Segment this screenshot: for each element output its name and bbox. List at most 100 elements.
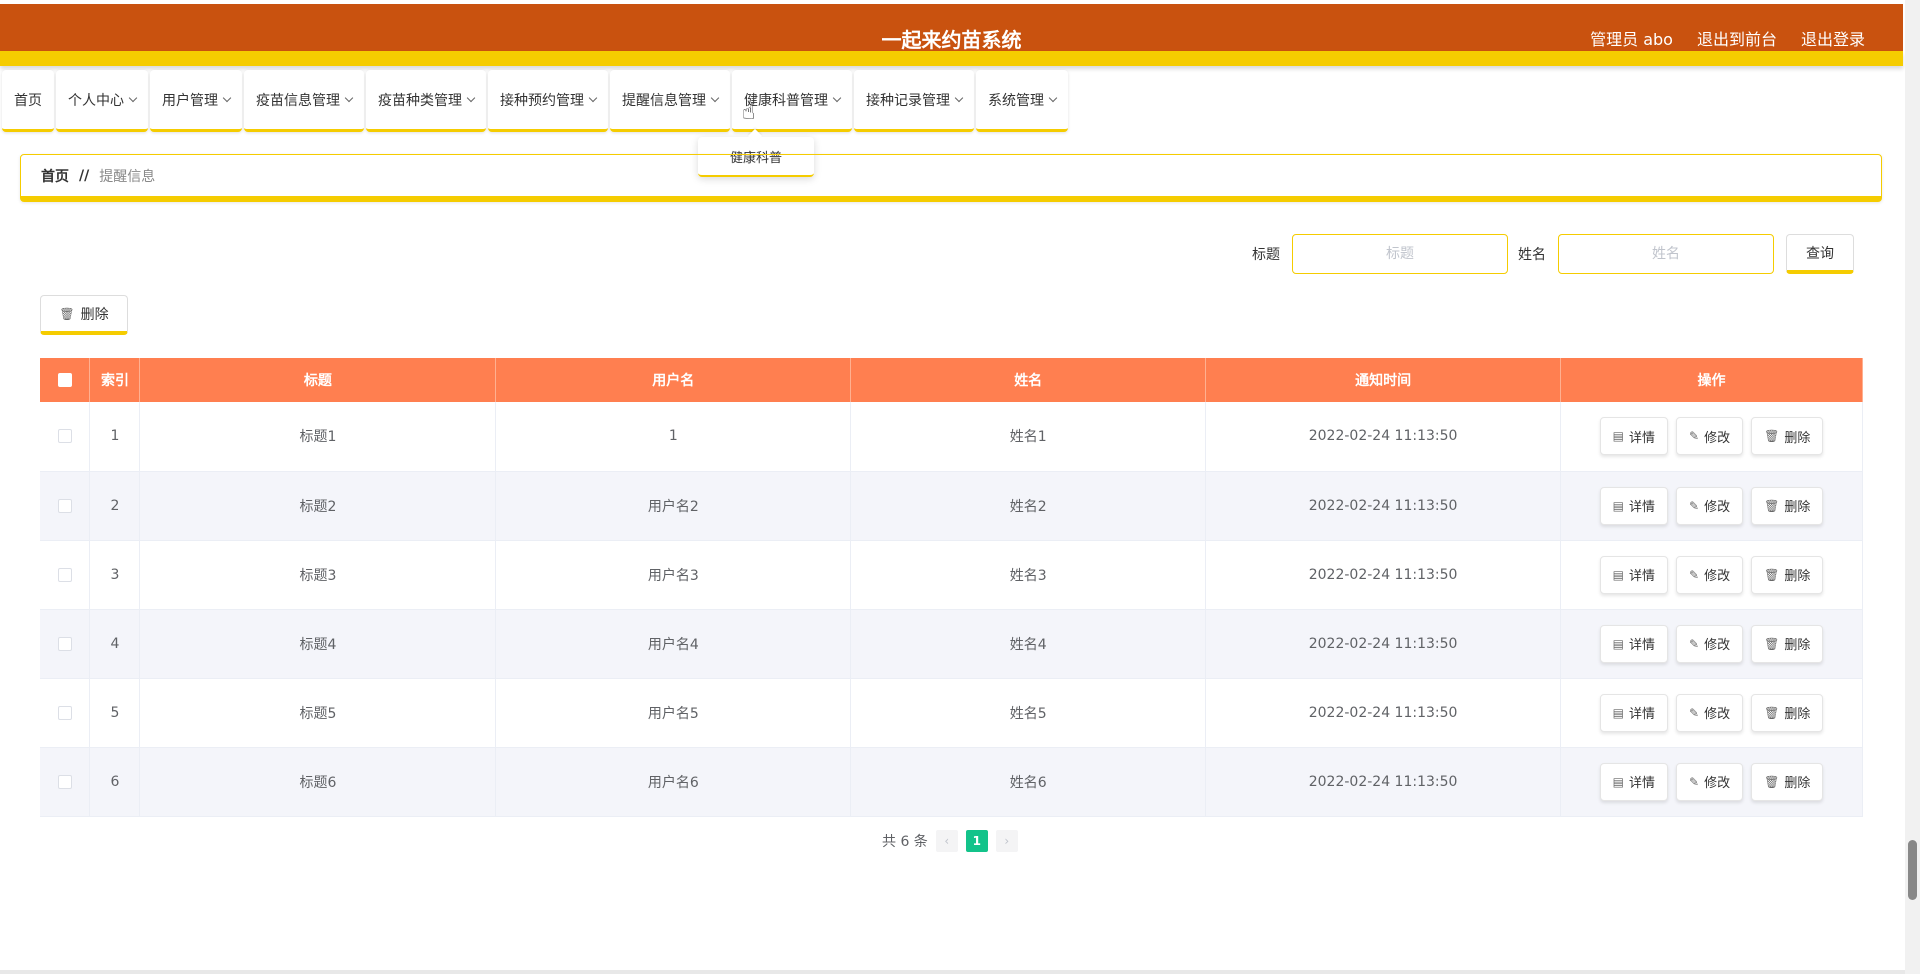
column-header-actions: 操作 bbox=[1560, 358, 1863, 402]
row-select-cell bbox=[40, 678, 91, 748]
edit-button[interactable]: ✎ 修改 bbox=[1676, 417, 1744, 456]
cell-actions: ▤ 详情 ✎ 修改 🗑 删除 bbox=[1560, 471, 1863, 541]
chevron-down-icon bbox=[832, 93, 842, 102]
row-checkbox[interactable] bbox=[57, 429, 72, 444]
cell-time: 2022-02-24 11:13:50 bbox=[1205, 540, 1562, 610]
breadcrumb-home[interactable]: 首页 bbox=[41, 166, 69, 186]
chevron-down-icon bbox=[588, 93, 598, 102]
cell-username: 用户名6 bbox=[495, 747, 852, 817]
cell-name: 姓名4 bbox=[850, 609, 1207, 679]
edit-button[interactable]: ✎ 修改 bbox=[1676, 624, 1744, 663]
delete-button[interactable]: 🗑 删除 bbox=[1751, 693, 1824, 732]
trash-icon: 🗑 bbox=[1764, 774, 1780, 789]
nav-item-vaccine-type[interactable]: 疫苗种类管理 bbox=[366, 70, 486, 132]
detail-button[interactable]: ▤ 详情 bbox=[1599, 486, 1669, 525]
total-count: 共 6 条 bbox=[882, 834, 928, 850]
top-header: 一起来约苗系统 管理员 abo 退出到前台 退出登录 bbox=[0, 4, 1903, 66]
trash-icon: 🗑 bbox=[1764, 636, 1780, 651]
table-body: 1 标题1 1 姓名1 2022-02-24 11:13:50 ▤ 详情 ✎ 修改 🗑 删除 2 标题2… bbox=[40, 402, 1863, 817]
cell-username: 1 bbox=[495, 402, 852, 472]
table-row: 3 标题3 用户名3 姓名3 2022-02-24 11:13:50 ▤ 详情 ✎ 修改 🗑 删除 bbox=[40, 540, 1863, 610]
edit-button[interactable]: ✎ 修改 bbox=[1676, 555, 1744, 594]
nav-item-personal-center[interactable]: 个人中心 bbox=[56, 70, 148, 132]
edit-button[interactable]: ✎ 修改 bbox=[1676, 762, 1744, 801]
prev-page-icon[interactable]: ‹ bbox=[935, 830, 958, 852]
nav-item-appointment[interactable]: 接种预约管理 bbox=[488, 70, 608, 132]
nav-item-system[interactable]: 系统管理 bbox=[976, 70, 1068, 132]
delete-button[interactable]: 🗑 删除 bbox=[1751, 762, 1824, 801]
breadcrumb: 首页 // 提醒信息 bbox=[20, 154, 1882, 202]
admin-user[interactable]: 管理员 abo bbox=[1590, 26, 1673, 50]
nav-item-vaccine-info[interactable]: 疫苗信息管理 bbox=[244, 70, 364, 132]
select-all-checkbox[interactable] bbox=[57, 373, 72, 387]
delete-button[interactable]: 🗑 删除 bbox=[1751, 417, 1824, 456]
nav-item-vaccination-record[interactable]: 接种记录管理 bbox=[854, 70, 974, 132]
delete-button[interactable]: 🗑 删除 bbox=[1751, 624, 1824, 663]
page-number-current[interactable]: 1 bbox=[965, 830, 988, 852]
pagination: 共 6 条 ‹ 1 › bbox=[882, 830, 1018, 852]
detail-button[interactable]: ▤ 详情 bbox=[1599, 762, 1669, 801]
cell-index: 2 bbox=[89, 471, 141, 541]
title-label: 标题 bbox=[1252, 247, 1280, 263]
pencil-icon: ✎ bbox=[1689, 636, 1700, 651]
cell-actions: ▤ 详情 ✎ 修改 🗑 删除 bbox=[1560, 678, 1863, 748]
app-frame: 一起来约苗系统 管理员 abo 退出到前台 退出登录 首页 个人中心 用户管理 … bbox=[0, 0, 1920, 974]
column-header-time: 通知时间 bbox=[1205, 358, 1562, 402]
edit-button[interactable]: ✎ 修改 bbox=[1676, 486, 1744, 525]
cell-name: 姓名1 bbox=[850, 402, 1207, 472]
cell-time: 2022-02-24 11:13:50 bbox=[1205, 747, 1562, 817]
cell-index: 3 bbox=[89, 540, 141, 610]
chevron-down-icon bbox=[466, 93, 476, 102]
exit-to-front-link[interactable]: 退出到前台 bbox=[1697, 26, 1777, 50]
row-select-cell bbox=[40, 609, 91, 679]
name-search-input[interactable] bbox=[1558, 234, 1774, 274]
header-stripe bbox=[0, 51, 1903, 66]
pencil-icon: ✎ bbox=[1689, 774, 1700, 789]
search-bar: 标题 姓名 查询 bbox=[1242, 234, 1854, 274]
delete-button[interactable]: 🗑 删除 bbox=[1751, 486, 1824, 525]
cell-actions: ▤ 详情 ✎ 修改 🗑 删除 bbox=[1560, 609, 1863, 679]
chevron-down-icon bbox=[222, 93, 232, 102]
breadcrumb-current: 提醒信息 bbox=[99, 168, 156, 185]
scrollbar-thumb[interactable] bbox=[1908, 840, 1917, 900]
row-checkbox[interactable] bbox=[57, 498, 72, 513]
trash-icon: 🗑 bbox=[59, 306, 75, 321]
row-select-cell bbox=[40, 540, 91, 610]
cell-index: 1 bbox=[89, 402, 141, 472]
delete-button[interactable]: 🗑 删除 bbox=[1751, 555, 1824, 594]
table-header-row: 索引 标题 用户名 姓名 通知时间 操作 bbox=[40, 358, 1863, 402]
row-checkbox[interactable] bbox=[57, 636, 72, 651]
row-checkbox[interactable] bbox=[57, 774, 72, 789]
row-checkbox[interactable] bbox=[57, 567, 72, 582]
detail-button[interactable]: ▤ 详情 bbox=[1599, 693, 1669, 732]
detail-button[interactable]: ▤ 详情 bbox=[1599, 555, 1669, 594]
main-nav: 首页 个人中心 用户管理 疫苗信息管理 疫苗种类管理 接种预约管理 提醒信息管理… bbox=[2, 70, 1068, 132]
cell-index: 5 bbox=[89, 678, 141, 748]
cell-actions: ▤ 详情 ✎ 修改 🗑 删除 bbox=[1560, 402, 1863, 472]
detail-button[interactable]: ▤ 详情 bbox=[1599, 624, 1669, 663]
title-search-input[interactable] bbox=[1292, 234, 1508, 274]
logout-link[interactable]: 退出登录 bbox=[1801, 26, 1865, 50]
select-all-cell bbox=[40, 358, 91, 402]
edit-button[interactable]: ✎ 修改 bbox=[1676, 693, 1744, 732]
page-scrollbar[interactable] bbox=[1905, 0, 1920, 974]
nav-item-user-management[interactable]: 用户管理 bbox=[150, 70, 242, 132]
cell-name: 姓名2 bbox=[850, 471, 1207, 541]
batch-delete-label: 删除 bbox=[80, 306, 109, 323]
nav-item-home[interactable]: 首页 bbox=[2, 70, 54, 132]
row-select-cell bbox=[40, 402, 91, 472]
pencil-icon: ✎ bbox=[1689, 705, 1700, 720]
trash-icon: 🗑 bbox=[1764, 498, 1780, 513]
query-button[interactable]: 查询 bbox=[1786, 234, 1854, 274]
column-header-username: 用户名 bbox=[495, 358, 852, 402]
nav-item-reminder[interactable]: 提醒信息管理 bbox=[610, 70, 730, 132]
document-icon: ▤ bbox=[1612, 774, 1625, 789]
batch-delete-button[interactable]: 🗑 删除 bbox=[40, 295, 128, 335]
pencil-icon: ✎ bbox=[1689, 567, 1700, 582]
detail-button[interactable]: ▤ 详情 bbox=[1599, 417, 1669, 456]
cell-time: 2022-02-24 11:13:50 bbox=[1205, 471, 1562, 541]
table-row: 5 标题5 用户名5 姓名5 2022-02-24 11:13:50 ▤ 详情 ✎ 修改 🗑 删除 bbox=[40, 678, 1863, 748]
next-page-icon[interactable]: › bbox=[995, 830, 1018, 852]
row-checkbox[interactable] bbox=[57, 705, 72, 720]
cell-actions: ▤ 详情 ✎ 修改 🗑 删除 bbox=[1560, 540, 1863, 610]
